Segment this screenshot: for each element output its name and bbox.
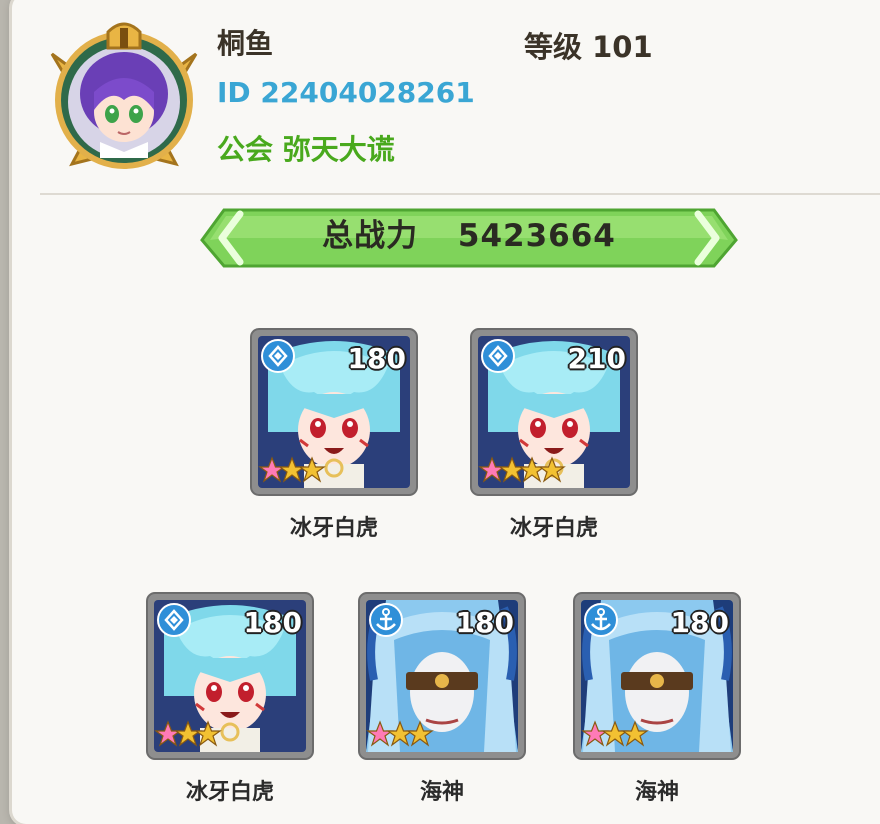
total-power-label: 总战力 <box>322 218 419 254</box>
hero-name: 海神 <box>634 780 679 805</box>
total-power-value: 5423664 <box>457 218 616 254</box>
hero-portrait-frame[interactable]: 180 <box>358 592 526 760</box>
hero-name: 海神 <box>419 780 464 805</box>
hero-name: 冰牙白虎 <box>185 780 274 805</box>
player-name: 桐鱼 <box>217 27 274 60</box>
anchor-class-icon <box>584 603 618 637</box>
shield-class-icon <box>157 603 191 637</box>
player-id: ID 22404028261 <box>217 76 475 109</box>
hero-portrait-frame[interactable]: 180 <box>573 592 741 760</box>
player-info-popup: 桐鱼 等级 101 ID 22404028261 公会 弥天大谎 总战力 542… <box>12 0 880 824</box>
player-avatar[interactable] <box>42 14 206 174</box>
header-divider <box>40 193 880 195</box>
total-power-text: 总战力 5423664 <box>200 208 738 264</box>
hero-level: 180 <box>455 606 514 639</box>
hero-level: 180 <box>670 606 729 639</box>
hero-name: 冰牙白虎 <box>509 516 598 541</box>
hero-portrait-frame[interactable]: 210 <box>470 328 638 496</box>
player-level: 等级 101 <box>524 30 653 64</box>
hero-name: 冰牙白虎 <box>289 516 378 541</box>
hero-level: 210 <box>567 342 626 375</box>
anchor-class-icon <box>369 603 403 637</box>
shield-class-icon <box>261 339 295 373</box>
hero-portrait-frame[interactable]: 180 <box>146 592 314 760</box>
hero-level: 180 <box>243 606 302 639</box>
player-guild[interactable]: 公会 弥天大谎 <box>217 128 395 168</box>
hero-portrait-frame[interactable]: 180 <box>250 328 418 496</box>
shield-class-icon <box>481 339 515 373</box>
total-power-banner: 总战力 5423664 <box>200 208 738 272</box>
hero-level: 180 <box>347 342 406 375</box>
